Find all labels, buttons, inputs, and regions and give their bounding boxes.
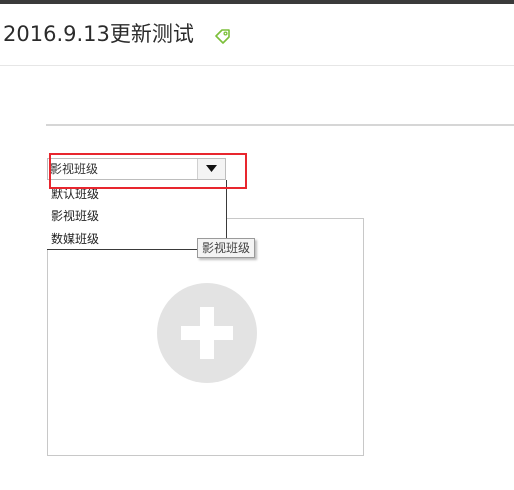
plus-vertical-bar bbox=[200, 307, 214, 359]
highlight-box bbox=[49, 153, 247, 189]
tag-icon[interactable] bbox=[214, 28, 232, 44]
dropdown-option-media[interactable]: 数媒班级 bbox=[51, 232, 99, 246]
dropdown-option-default[interactable]: 默认班级 bbox=[51, 187, 99, 201]
plus-icon[interactable] bbox=[157, 283, 257, 383]
section-divider bbox=[46, 124, 514, 126]
page-header: 2016.9.13更新测试 bbox=[0, 4, 514, 66]
dropdown-option-film[interactable]: 影视班级 bbox=[51, 209, 99, 223]
page-title: 2016.9.13更新测试 bbox=[3, 22, 194, 46]
tooltip: 影视班级 bbox=[197, 238, 256, 258]
